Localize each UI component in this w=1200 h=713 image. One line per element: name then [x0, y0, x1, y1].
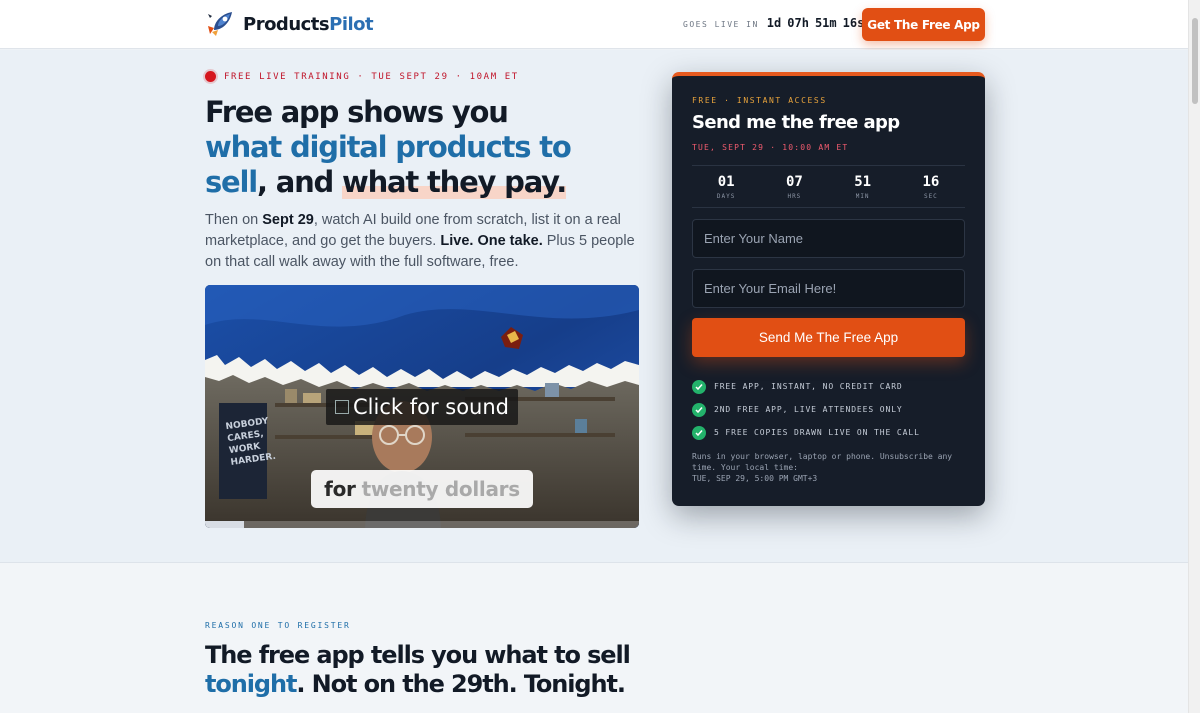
get-free-app-button[interactable]: Get The Free App [862, 8, 985, 41]
card-eyebrow: FREE · INSTANT ACCESS [692, 96, 827, 105]
check-icon [692, 425, 706, 440]
live-training-label: FREE LIVE TRAINING · TUE SEPT 29 · 10AM … [224, 71, 519, 82]
countdown-minutes: 51m [814, 16, 837, 30]
countdown-hours: 07h [787, 16, 809, 30]
scrollbar-thumb[interactable] [1192, 18, 1198, 104]
hero-headline: Free app shows you what digital products… [205, 95, 572, 199]
video-caption: for twenty dollars [311, 470, 533, 508]
benefit-item: FREE APP, INSTANT, NO CREDIT CARD [692, 375, 920, 398]
rocket-logo-icon [208, 12, 232, 36]
click-for-sound-button[interactable]: Click for sound [326, 389, 518, 425]
hero-subtext: Then on Sept 29, watch AI build one from… [205, 212, 635, 270]
video-progress-fill [205, 521, 245, 528]
check-icon [692, 379, 706, 394]
timer-days: 01 DAYS [716, 173, 736, 200]
header-countdown: GOES LIVE IN 1d 07h 51m 16s [683, 16, 864, 30]
live-dot-icon [205, 71, 216, 82]
brand-name: ProductsPilot [243, 13, 374, 35]
timer-seconds: 16 SEC [922, 173, 940, 200]
card-countdown: 01 DAYS 07 HRS 51 MIN 16 SEC [692, 165, 965, 208]
broken-image-icon [334, 400, 349, 414]
video-player[interactable]: NOBODY CARES, WORK HARDER. Click for sou… [205, 285, 639, 528]
section-eyebrow: REASON ONE TO REGISTER [205, 621, 351, 630]
name-field[interactable] [692, 219, 965, 258]
card-title: Send me the free app [692, 112, 900, 133]
email-field[interactable] [692, 269, 965, 308]
card-event-date: TUE, SEPT 29 · 10:00 AM ET [692, 143, 849, 152]
section-title: The free app tells you what to sell toni… [205, 641, 631, 698]
benefit-item: 5 FREE COPIES DRAWN LIVE ON THE CALL [692, 421, 920, 444]
signup-card: FREE · INSTANT ACCESS Send me the free a… [672, 72, 985, 506]
countdown-label: GOES LIVE IN [683, 20, 759, 29]
video-progress-bar[interactable] [205, 521, 639, 528]
benefits-list: FREE APP, INSTANT, NO CREDIT CARD 2ND FR… [692, 375, 920, 444]
check-icon [692, 402, 706, 417]
live-training-badge: FREE LIVE TRAINING · TUE SEPT 29 · 10AM … [205, 71, 519, 82]
countdown-days: 1d [766, 16, 782, 30]
send-free-app-button[interactable]: Send Me The Free App [692, 318, 965, 357]
page-scrollbar[interactable] [1188, 0, 1200, 713]
fine-print: Runs in your browser, laptop or phone. U… [692, 452, 953, 483]
brand-logo[interactable]: ProductsPilot [204, 8, 374, 40]
top-nav-bar: ProductsPilot GOES LIVE IN 1d 07h 51m 16… [0, 0, 1188, 49]
timer-minutes: 51 MIN [854, 173, 872, 200]
timer-hours: 07 HRS [785, 173, 803, 200]
benefit-item: 2ND FREE APP, LIVE ATTENDEES ONLY [692, 398, 920, 421]
reason-one-section: REASON ONE TO REGISTER The free app tell… [0, 563, 1188, 713]
